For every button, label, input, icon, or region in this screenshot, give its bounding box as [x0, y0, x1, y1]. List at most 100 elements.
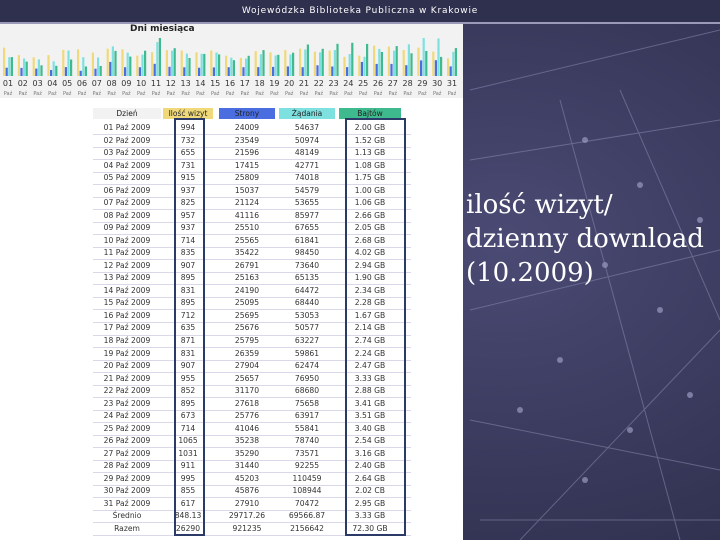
chart-bar — [97, 57, 100, 76]
chart-bar — [358, 55, 361, 76]
table-cell: 41116 — [234, 210, 260, 220]
visits-column-highlight — [174, 118, 205, 536]
chart-day-label: 11 — [151, 79, 161, 88]
chart-month-label: Paź — [181, 90, 190, 97]
chart-bar — [420, 60, 423, 76]
table-cell: 41046 — [234, 423, 260, 433]
chart-bar — [447, 58, 450, 76]
chart-bar — [378, 48, 381, 76]
chart-bar — [195, 52, 198, 76]
chart-bar — [289, 54, 292, 76]
chart-bar — [346, 67, 349, 76]
chart-day-label: 07 — [92, 79, 102, 88]
chart-bar — [40, 65, 43, 76]
slide-caption: ilość wizyt/ dzienny download (10.2009) — [466, 188, 716, 290]
chart-bar — [432, 51, 435, 76]
chart-month-label: Paź — [374, 90, 383, 97]
table-cell: 64472 — [294, 285, 320, 295]
chart-month-label: Paź — [359, 90, 368, 97]
table-cell: 10 Paź 2009 — [103, 235, 151, 245]
chart-bar — [188, 58, 191, 76]
chart-bar — [227, 67, 230, 76]
chart-month-label: Paź — [300, 90, 309, 97]
table-cell: 61841 — [294, 235, 320, 245]
table-cell: 35422 — [234, 248, 260, 258]
chart-bar — [47, 55, 50, 76]
chart-bar — [254, 51, 257, 76]
table-cell: 74018 — [294, 173, 320, 183]
chart-month-label: Paź — [48, 90, 57, 97]
table-cell: 29 Paź 2009 — [103, 473, 151, 483]
chart-bar — [25, 61, 28, 76]
chart-month-label: Paź — [137, 90, 146, 97]
table-cell: 14 Paź 2009 — [103, 285, 151, 295]
table-cell: 54637 — [294, 123, 320, 132]
chart-day-label: 09 — [121, 79, 131, 88]
table-cell: 02 Paź 2009 — [103, 135, 151, 145]
chart-bar — [158, 38, 161, 76]
chart-day-label: 01 — [3, 79, 13, 88]
chart-bar — [336, 43, 339, 76]
chart-bar — [306, 44, 309, 76]
table-cell: 921235 — [232, 523, 262, 533]
chart-bar — [348, 54, 351, 76]
chart-bar — [380, 52, 383, 76]
table-cell: 12 Paź 2009 — [103, 260, 151, 270]
chart-bar — [402, 50, 405, 76]
chart-day-label: 02 — [18, 79, 28, 88]
table-cell: 19 Paź 2009 — [103, 348, 151, 358]
table-cell: 17 Paź 2009 — [103, 323, 151, 333]
chart-day-label: 05 — [62, 79, 72, 88]
table-cell: 06 Paź 2009 — [103, 185, 151, 195]
chart-bar — [67, 50, 70, 76]
chart-bar — [351, 42, 354, 76]
table-cell: 98450 — [294, 248, 320, 258]
table-cell: 23549 — [234, 135, 260, 145]
chart-day-label: 19 — [269, 79, 279, 88]
chart-bar — [200, 53, 203, 76]
table-cell: 27904 — [234, 361, 260, 371]
chart-bar — [20, 67, 23, 76]
chart-bar — [425, 51, 428, 76]
chart-month-label: Paź — [389, 90, 398, 97]
chart-bar — [360, 61, 363, 76]
chart-bar — [180, 50, 183, 76]
table-cell: 25695 — [234, 310, 260, 320]
table-cell: 01 Paź 2009 — [103, 123, 151, 132]
table-cell: 15 Paź 2009 — [103, 298, 151, 308]
chart-bar — [239, 57, 242, 76]
chart-bar — [17, 55, 20, 76]
chart-bar — [449, 66, 452, 76]
chart-bar — [10, 57, 13, 76]
chart-bar — [299, 48, 302, 76]
table-cell: 67655 — [294, 223, 320, 233]
chart-month-label: Paź — [448, 90, 457, 97]
table-cell: 31170 — [234, 386, 260, 396]
chart-bar — [434, 60, 437, 76]
chart-month-label: Paź — [122, 90, 131, 97]
table-cell: 20 Paź 2009 — [103, 361, 151, 371]
table-cell: 70472 — [294, 498, 320, 508]
chart-bar — [126, 52, 129, 76]
chart-day-label: 26 — [373, 79, 383, 88]
chart-bar — [387, 46, 390, 76]
table-cell: 75658 — [294, 398, 320, 408]
chart-bar — [64, 67, 67, 76]
chart-month-label: Paź — [403, 90, 412, 97]
chart-month-label: Paź — [63, 90, 72, 97]
chart-bar — [50, 70, 53, 76]
table-cell: 09 Paź 2009 — [103, 223, 151, 233]
table-cell: 31 Paź 2009 — [103, 498, 151, 508]
chart-month-label: Paź — [4, 90, 13, 97]
chart-bar — [79, 70, 82, 76]
chart-bar — [124, 67, 127, 76]
chart-bar — [437, 38, 440, 76]
chart-day-label: 06 — [77, 79, 87, 88]
slide-header: Wojewódzka Biblioteka Publiczna w Krakow… — [0, 0, 720, 22]
table-cell: 25657 — [234, 373, 260, 383]
chart-bar — [141, 54, 144, 76]
table-cell: 26359 — [234, 348, 260, 358]
table-cell: 35290 — [234, 448, 260, 458]
chart-day-label: 24 — [343, 79, 353, 88]
chart-month-label: Paź — [315, 90, 324, 97]
